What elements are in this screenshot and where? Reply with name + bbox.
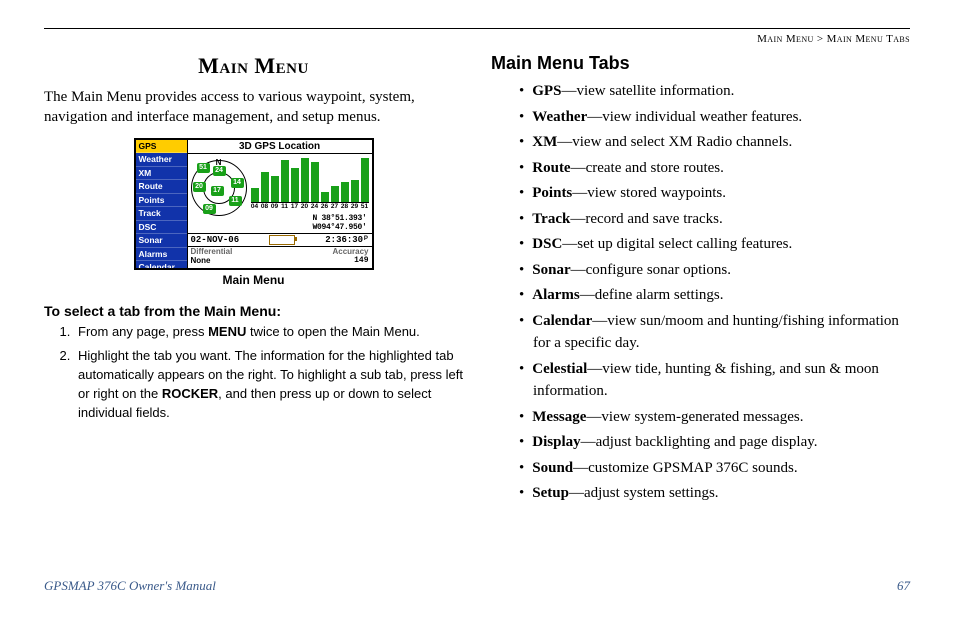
signal-bar [311,162,319,202]
device-tab-sonar: Sonar [136,234,187,248]
tab-item-xm: XM—view and select XM Radio channels. [519,131,910,154]
tab-item-sound: Sound—customize GPSMAP 376C sounds. [519,457,910,480]
signal-bar [291,168,299,202]
tab-item-track: Track—record and save tracks. [519,208,910,231]
signal-bar [301,158,309,202]
device-tab-track: Track [136,207,187,221]
satellite-marker: 09 [203,204,216,214]
manual-title: GPSMAP 376C Owner's Manual [44,578,216,594]
tab-item-points: Points—view stored waypoints. [519,182,910,205]
instruction-step: Highlight the tab you want. The informat… [74,347,463,422]
signal-bar [351,180,359,202]
satellite-marker: 14 [231,178,244,188]
differential-value: None [191,257,233,266]
tab-item-display: Display—adjust backlighting and page dis… [519,431,910,454]
battery-icon [269,235,295,245]
satellite-marker: 51 [197,163,210,173]
tab-item-sonar: Sonar—configure sonar options. [519,259,910,282]
device-tab-gps: GPS [136,140,187,154]
device-tab-route: Route [136,180,187,194]
tab-item-alarms: Alarms—define alarm settings. [519,284,910,307]
device-screenshot: GPSWeatherXMRoutePointsTrackDSCSonarAlar… [134,138,374,270]
signal-bar [341,182,349,202]
coordinates: N 38°51.393' W094°47.950' [312,215,366,233]
breadcrumb: Main Menu > Main Menu Tabs [44,33,910,45]
device-main: 3D GPS Location N 51242017091114 0408091… [188,140,372,268]
satellite-marker: 17 [211,186,224,196]
tab-item-setup: Setup—adjust system settings. [519,482,910,505]
device-tab-calendar: Calendar [136,261,187,270]
signal-bar-labels: 040809111720242627282951 [251,203,369,210]
tab-item-gps: GPS—view satellite information. [519,80,910,103]
accuracy-value: 149 [332,257,368,266]
device-tab-points: Points [136,194,187,208]
tabs-list: GPS—view satellite information. Weather—v… [491,80,910,505]
satellite-marker: 11 [229,196,242,206]
satellite-marker: 20 [193,182,206,192]
signal-bar [331,186,339,202]
signal-bar [321,192,329,202]
breadcrumb-section: Main Menu [757,33,814,45]
tab-item-dsc: DSC—set up digital select calling featur… [519,233,910,256]
intro-paragraph: The Main Menu provides access to various… [44,87,463,128]
page-title: Main Menu [44,53,463,79]
tab-item-route: Route—create and store routes. [519,157,910,180]
signal-bar [271,176,279,202]
device-title: 3D GPS Location [188,140,372,154]
device-tab-dsc: DSC [136,221,187,235]
device-time: 2:36:30ᴾ [325,235,368,245]
signal-bar [261,172,269,202]
signal-bars [251,156,369,203]
figure-caption: Main Menu [134,273,374,287]
device-figure: GPSWeatherXMRoutePointsTrackDSCSonarAlar… [134,138,374,287]
signal-bar [281,160,289,202]
device-tab-xm: XM [136,167,187,181]
signal-bar [251,188,259,202]
tabs-heading: Main Menu Tabs [491,53,910,74]
instructions-list: From any page, press MENU twice to open … [44,323,463,423]
skyplot: N 51242017091114 [191,160,247,216]
device-tab-weather: Weather [136,153,187,167]
instructions-heading: To select a tab from the Main Menu: [44,303,463,319]
tab-item-celestial: Celestial—view tide, hunting & fishing, … [519,358,910,403]
tab-item-calendar: Calendar—view sun/moom and hunting/fishi… [519,310,910,355]
device-date: 02-NOV-06 [191,235,240,245]
signal-bar [361,158,369,202]
instruction-step: From any page, press MENU twice to open … [74,323,463,342]
tab-item-message: Message—view system-generated messages. [519,406,910,429]
tab-item-weather: Weather—view individual weather features… [519,106,910,129]
breadcrumb-subsection: Main Menu Tabs [827,33,910,45]
page-number: 67 [897,578,910,594]
page-footer: GPSMAP 376C Owner's Manual 67 [44,578,910,594]
device-sidebar: GPSWeatherXMRoutePointsTrackDSCSonarAlar… [136,140,188,268]
satellite-marker: 24 [213,166,226,176]
device-tab-alarms: Alarms [136,248,187,262]
longitude: W094°47.950' [312,224,366,233]
